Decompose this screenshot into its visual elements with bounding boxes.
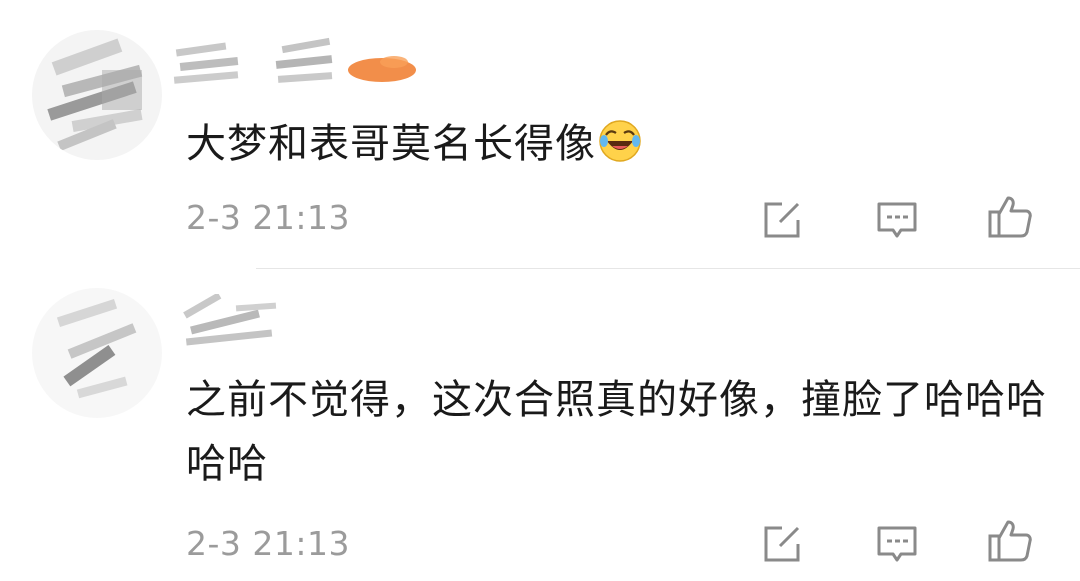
share-external-icon — [764, 526, 800, 562]
avatar[interactable] — [32, 288, 162, 418]
comment-timestamp: 2-3 21:13 — [186, 524, 350, 563]
repost-button[interactable] — [758, 196, 806, 244]
avatar[interactable] — [32, 30, 162, 160]
thumbs-up-icon — [988, 520, 1032, 562]
like-button[interactable] — [986, 516, 1034, 564]
comment-item: 之前不觉得，这次合照真的好像，撞脸了哈哈哈哈哈 2-3 21:13 — [0, 270, 1080, 581]
comment-timestamp: 2-3 21:13 — [186, 198, 350, 237]
like-button[interactable] — [986, 192, 1034, 240]
username-blurred[interactable] — [172, 36, 432, 96]
reply-button[interactable] — [873, 196, 921, 244]
comment-text-content: 大梦和表哥莫名长得像 — [186, 121, 596, 167]
comment-item: 大梦和表哥莫名长得像 2-3 21:13 — [0, 0, 1080, 268]
comment-text: 之前不觉得，这次合照真的好像，撞脸了哈哈哈哈哈 — [186, 368, 1056, 496]
comment-text: 大梦和表哥莫名长得像 — [186, 112, 1056, 176]
comment-icon — [877, 202, 917, 238]
comment-divider — [256, 268, 1080, 269]
reply-button[interactable] — [873, 520, 921, 568]
share-external-icon — [764, 202, 800, 238]
repost-button[interactable] — [758, 520, 806, 568]
comment-icon — [877, 526, 917, 562]
laughing-crying-emoji-icon — [598, 119, 642, 163]
comment-text-content: 之前不觉得，这次合照真的好像，撞脸了哈哈哈哈哈 — [186, 377, 1047, 487]
username-blurred[interactable] — [176, 294, 286, 354]
thumbs-up-icon — [988, 196, 1032, 238]
